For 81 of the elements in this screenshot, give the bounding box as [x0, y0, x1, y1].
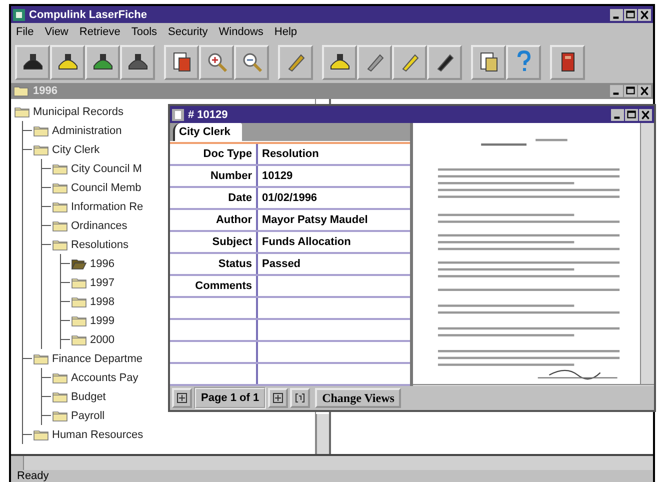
- toolbar-button[interactable]: [164, 44, 199, 80]
- tree-item[interactable]: Council Memb: [71, 182, 142, 194]
- page-arrow-icon: [177, 393, 187, 403]
- field-value[interactable]: 01/02/1996: [262, 192, 318, 204]
- tree-item[interactable]: Budget: [71, 390, 106, 402]
- field-label: Status: [218, 258, 252, 270]
- menu-item[interactable]: Retrieve: [79, 26, 120, 38]
- maximize-button[interactable]: [624, 85, 637, 97]
- field-label: Subject: [212, 236, 252, 248]
- horizontal-scrollbar[interactable]: [413, 384, 654, 386]
- menu-item[interactable]: Tools: [131, 26, 158, 38]
- field-value[interactable]: 10129: [262, 170, 293, 182]
- document-icon: [172, 108, 184, 120]
- field-label: Author: [216, 214, 252, 226]
- field-label: Doc Type: [203, 148, 252, 160]
- close-button[interactable]: [638, 85, 651, 97]
- toolbar-button[interactable]: [85, 44, 120, 80]
- tree-item[interactable]: 1997: [90, 276, 114, 288]
- tree-item[interactable]: Administration: [52, 124, 122, 136]
- document-window-title: # 10129: [188, 108, 228, 120]
- minimize-button[interactable]: [610, 85, 623, 97]
- status-text: Ready: [17, 470, 49, 482]
- menu-item[interactable]: Help: [274, 26, 298, 38]
- toolbar-button[interactable]: [427, 44, 462, 80]
- tree-item[interactable]: Information Re: [71, 200, 144, 212]
- field-value[interactable]: Mayor Patsy Maudel: [262, 214, 368, 226]
- toolbar-button[interactable]: [234, 44, 269, 80]
- field-label: Comments: [195, 280, 252, 292]
- tree-item[interactable]: Human Resources: [52, 428, 144, 440]
- field-value[interactable]: Funds Allocation: [262, 236, 351, 248]
- tree-item[interactable]: Finance Departme: [52, 352, 142, 364]
- toolbar-button[interactable]: [322, 44, 357, 80]
- toolbar-button[interactable]: [199, 44, 234, 80]
- toolbar-button[interactable]: [50, 44, 85, 80]
- folder-icon: [13, 85, 29, 97]
- menu-item[interactable]: File: [16, 26, 34, 38]
- previous-page-button[interactable]: [172, 388, 192, 408]
- field-label: Number: [210, 170, 252, 182]
- vertical-scrollbar[interactable]: [640, 123, 654, 384]
- minimize-button[interactable]: [611, 108, 624, 120]
- maximize-button[interactable]: [624, 8, 637, 20]
- toolbar-button[interactable]: [357, 44, 392, 80]
- app-icon: [13, 8, 25, 20]
- tree-item[interactable]: Payroll: [71, 410, 105, 422]
- tree-item[interactable]: 2000: [90, 334, 114, 346]
- toolbar-button[interactable]: [278, 44, 313, 80]
- tree-item[interactable]: 1998: [90, 296, 114, 308]
- menu-item[interactable]: View: [44, 26, 68, 38]
- tab[interactable]: City Clerk: [173, 123, 242, 141]
- field-label: Date: [228, 192, 252, 204]
- minimize-button[interactable]: [610, 8, 623, 20]
- close-button[interactable]: [639, 108, 652, 120]
- window-title: Compulink LaserFiche: [29, 8, 147, 20]
- child-window-title: 1996: [33, 85, 58, 97]
- tree-item[interactable]: City Council M: [71, 162, 142, 174]
- change-views-button[interactable]: Change Views: [315, 388, 402, 408]
- toolbar-button[interactable]: [550, 44, 585, 80]
- field-value[interactable]: Resolution: [262, 148, 319, 160]
- view-button[interactable]: [290, 388, 310, 408]
- toolbar-button[interactable]: [120, 44, 155, 80]
- bracket-icon: [295, 393, 306, 403]
- next-page-button[interactable]: [268, 388, 288, 408]
- toolbar-button[interactable]: [471, 44, 506, 80]
- tree-item[interactable]: City Clerk: [52, 144, 100, 156]
- close-button[interactable]: [638, 8, 651, 20]
- menu-item[interactable]: Windows: [218, 26, 264, 38]
- toolbar-button[interactable]: [15, 44, 50, 80]
- toolbar-button[interactable]: [392, 44, 427, 80]
- maximize-button[interactable]: [625, 108, 638, 120]
- page-indicator: Page 1 of 1: [194, 387, 266, 409]
- tree-item[interactable]: Resolutions: [71, 238, 128, 250]
- vertical-scrollbar[interactable]: [316, 414, 329, 454]
- menu-item[interactable]: Security: [168, 26, 208, 38]
- field-value[interactable]: Passed: [262, 258, 301, 270]
- tree-item[interactable]: 1996: [90, 258, 114, 270]
- tree-item[interactable]: Ordinances: [71, 220, 128, 232]
- tree-item[interactable]: Municipal Records: [33, 106, 124, 118]
- page-arrow-icon: [273, 393, 284, 403]
- tree-item[interactable]: Accounts Pay: [71, 372, 138, 384]
- horizontal-scrollbar[interactable]: [11, 454, 653, 470]
- tree-item[interactable]: 1999: [90, 314, 114, 326]
